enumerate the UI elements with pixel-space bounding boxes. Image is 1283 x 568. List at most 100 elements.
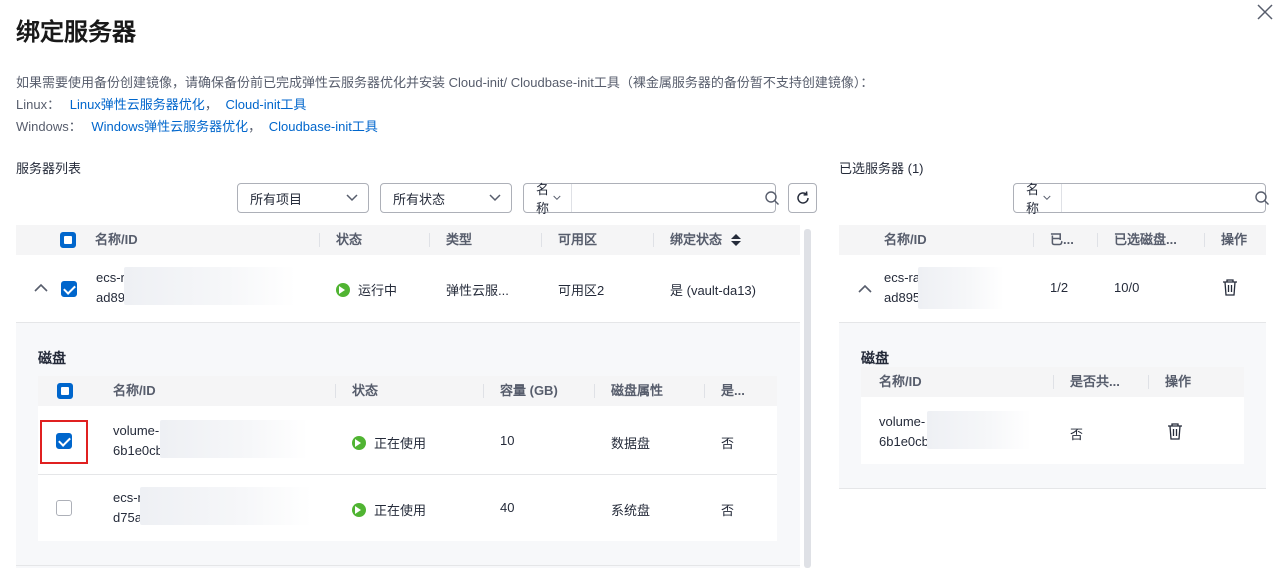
server-id: ad89: [96, 290, 125, 305]
disk-name: ecs-r: [113, 490, 142, 505]
windows-prefix: Windows：: [16, 119, 82, 134]
redacted-region: [124, 267, 296, 305]
disk-row[interactable]: volume-( 6b1e0cb 正在使用 10 数据盘 否: [38, 406, 777, 474]
chevron-down-icon: [346, 194, 358, 202]
running-icon: [336, 283, 350, 297]
linux-prefix: Linux：: [16, 97, 61, 112]
disk-capacity: 40: [500, 500, 515, 515]
linux-note: Linux： Linux弹性云服务器优化， Cloud-init工具: [16, 94, 306, 113]
sel-disk-col-shared: 是否共...: [1070, 374, 1120, 389]
selected-server-id: ad895: [884, 290, 921, 305]
sel-col-2: 已...: [1050, 232, 1074, 247]
selected-disk-id: 6b1e0cb: [879, 434, 929, 449]
disk-col-shared: 是...: [721, 383, 745, 398]
disk-row-checkbox[interactable]: [56, 433, 72, 449]
selected-search-field-select[interactable]: 名称: [1014, 182, 1063, 216]
sel-disk-col-action: 操作: [1165, 374, 1192, 389]
chevron-down-icon: [1043, 195, 1051, 201]
server-status: 运行中: [336, 280, 397, 299]
col-az: 可用区: [558, 232, 598, 247]
selected-search-input[interactable]: [1062, 184, 1255, 212]
disk-shared: 否: [721, 436, 735, 451]
chevron-up-icon[interactable]: [858, 284, 872, 293]
disk-row-checkbox[interactable]: [56, 500, 72, 516]
col-name-id: 名称/ID: [95, 232, 138, 247]
disk-section-label: 磁盘: [38, 350, 66, 366]
server-list-scrollbar[interactable]: [804, 229, 811, 568]
server-search-input[interactable]: [572, 184, 765, 212]
disk-status: 正在使用: [352, 433, 426, 452]
selected-disk-section-label: 磁盘: [861, 350, 889, 366]
sel-col-name-id: 名称/ID: [884, 232, 927, 247]
server-table-header: 名称/ID 状态 类型 可用区 绑定状态: [16, 225, 800, 255]
server-search-box: 名称: [523, 182, 780, 216]
refresh-button[interactable]: [788, 183, 817, 213]
server-status-text: 运行中: [358, 283, 398, 298]
selected-server-name-link[interactable]: ecs-ra: [884, 270, 920, 285]
selected-disk-table-header: 名称/ID 是否共... 操作: [861, 367, 1244, 397]
disk-status: 正在使用: [352, 500, 426, 519]
disk-id: 6b1e0cb: [113, 443, 163, 458]
disk-status-text: 正在使用: [374, 503, 427, 518]
selected-server-col2: 1/2: [1050, 280, 1069, 295]
server-list-label: 服务器列表: [16, 161, 82, 176]
disk-attr: 数据盘: [611, 436, 651, 451]
sort-icon[interactable]: [730, 233, 742, 247]
server-type: 弹性云服...: [446, 283, 509, 298]
disk-attr: 系统盘: [611, 503, 651, 518]
server-name-link[interactable]: ecs-r: [96, 270, 125, 285]
server-row-checkbox[interactable]: [61, 281, 77, 297]
select-all-disks-checkbox[interactable]: [57, 383, 73, 399]
selected-servers-label: 已选服务器 (1): [839, 161, 924, 176]
selected-search-field-value: 名称: [1026, 182, 1040, 216]
chevron-down-icon: [553, 195, 561, 201]
search-icon[interactable]: [1254, 190, 1270, 206]
refresh-icon: [796, 191, 809, 204]
cloudbase-init-link[interactable]: Cloudbase-init工具: [269, 119, 378, 134]
cloud-init-link[interactable]: Cloud-init工具: [225, 97, 306, 112]
linux-optimize-link[interactable]: Linux弹性云服务器优化: [70, 97, 205, 112]
running-icon: [352, 436, 366, 450]
disk-row[interactable]: ecs-r d75a1 正在使用 40 系统盘 否: [38, 475, 777, 541]
delete-icon[interactable]: [1167, 423, 1183, 440]
server-az: 可用区2: [558, 283, 605, 298]
selected-search-box: 名称: [1013, 182, 1270, 216]
search-field-select[interactable]: 名称: [524, 182, 573, 216]
disk-table-header: 名称/ID 状态 容量 (GB) 磁盘属性 是...: [38, 376, 777, 406]
status-filter-dropdown[interactable]: 所有状态: [380, 183, 512, 213]
disk-status-text: 正在使用: [374, 436, 427, 451]
delete-icon[interactable]: [1222, 279, 1238, 296]
sel-col-action: 操作: [1221, 232, 1248, 247]
server-row[interactable]: ecs-r ad89 运行中 弹性云服... 可用区2 是 (vault-da1…: [16, 255, 800, 322]
col-type: 类型: [446, 232, 473, 247]
selected-server-row[interactable]: ecs-ra ad895 1/2 10/0: [839, 255, 1266, 322]
col-bind-status: 绑定状态: [670, 232, 723, 247]
sel-col-3: 已选磁盘...: [1114, 232, 1177, 247]
windows-separator: ，: [248, 119, 262, 134]
redacted-region: [918, 267, 1004, 309]
project-filter-value: 所有项目: [250, 191, 303, 207]
redacted-region: [140, 487, 312, 525]
close-icon[interactable]: [1255, 2, 1275, 22]
selected-disk-row[interactable]: volume- 6b1e0cb 否: [861, 397, 1244, 464]
windows-optimize-link[interactable]: Windows弹性云服务器优化: [91, 119, 248, 134]
redacted-region: [160, 420, 308, 458]
disk-col-status: 状态: [352, 383, 379, 398]
project-filter-dropdown[interactable]: 所有项目: [237, 183, 369, 213]
disk-col-name-id: 名称/ID: [113, 383, 156, 398]
status-filter-value: 所有状态: [393, 191, 446, 207]
selected-table-header: 名称/ID 已... 已选磁盘... 操作: [839, 225, 1266, 255]
search-icon[interactable]: [764, 190, 780, 206]
disk-shared: 否: [721, 503, 735, 518]
select-all-servers-checkbox[interactable]: [60, 232, 76, 248]
server-bind-status: 是 (vault-da13): [670, 283, 756, 298]
chevron-up-icon[interactable]: [34, 283, 48, 292]
selected-disk-name: volume-: [879, 414, 926, 429]
chevron-down-icon: [489, 194, 501, 202]
redacted-region: [927, 411, 1031, 449]
windows-note: Windows： Windows弹性云服务器优化， Cloudbase-init…: [16, 116, 378, 135]
dialog-title: 绑定服务器: [16, 19, 136, 46]
selected-disk-shared: 否: [1070, 427, 1084, 442]
image-creation-note: 如果需要使用备份创建镜像，请确保备份前已完成弹性云服务器优化并安装 Cloud-…: [16, 75, 874, 90]
search-field-value: 名称: [536, 182, 550, 216]
